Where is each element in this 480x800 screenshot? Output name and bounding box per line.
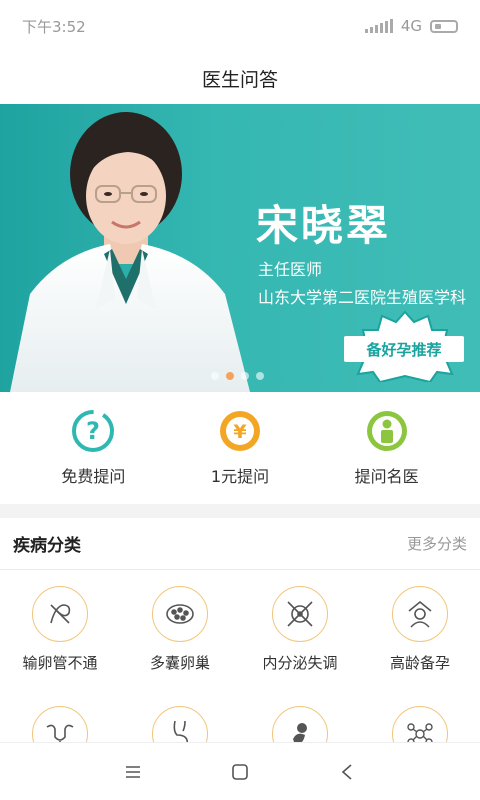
network-label: 4G bbox=[400, 17, 422, 35]
back-button[interactable] bbox=[327, 752, 367, 792]
status-bar: 下午3:52 4G bbox=[0, 0, 480, 52]
category-endocrine[interactable]: 内分泌失调 bbox=[240, 586, 360, 706]
yen-coin-icon: ¥ bbox=[218, 409, 262, 453]
category-label: 内分泌失调 bbox=[262, 654, 338, 672]
free-question-label: 免费提问 bbox=[61, 467, 126, 486]
category-fallopian-tube[interactable]: 输卵管不通 bbox=[0, 586, 120, 706]
quick-actions: ? 免费提问 ¥ 1元提问 提问名医 bbox=[0, 392, 480, 504]
badge-label: 备好孕推荐 bbox=[344, 336, 464, 362]
carousel-dot[interactable] bbox=[256, 372, 264, 380]
polycystic-ovary-icon bbox=[152, 586, 208, 642]
carousel-indicator[interactable] bbox=[211, 372, 264, 380]
status-indicators: 4G bbox=[364, 17, 458, 35]
category-elderly-pregnancy[interactable]: 高龄备孕 bbox=[360, 586, 480, 706]
category-header: 疾病分类 更多分类 bbox=[0, 518, 480, 570]
menu-button[interactable] bbox=[113, 752, 153, 792]
doctor-name: 宋晓翠 bbox=[256, 201, 392, 250]
recommend-badge: 备好孕推荐 bbox=[334, 310, 476, 384]
home-button[interactable] bbox=[220, 752, 260, 792]
category-label: 多囊卵巢 bbox=[149, 654, 210, 672]
home-square-icon bbox=[232, 763, 248, 780]
ask-famous-doctor-label: 提问名医 bbox=[354, 467, 419, 486]
status-time: 下午3:52 bbox=[22, 17, 86, 36]
elderly-pregnancy-icon bbox=[392, 586, 448, 642]
ask-famous-doctor-button[interactable]: 提问名医 bbox=[327, 409, 447, 487]
doctor-hospital: 山东大学第二医院生殖医学科 bbox=[258, 288, 467, 307]
fallopian-tube-icon bbox=[32, 586, 88, 642]
svg-text:?: ? bbox=[86, 417, 100, 445]
section-divider bbox=[0, 504, 480, 518]
carousel-dot[interactable] bbox=[241, 372, 249, 380]
page-title: 医生问答 bbox=[201, 68, 278, 91]
one-yuan-question-label: 1元提问 bbox=[210, 467, 270, 486]
system-nav-bar bbox=[0, 742, 480, 800]
doctor-banner[interactable]: 宋晓翠 主任医师 山东大学第二医院生殖医学科 备好孕推荐 bbox=[0, 104, 480, 392]
doctor-photo bbox=[10, 112, 250, 392]
more-categories-link[interactable]: 更多分类 bbox=[407, 533, 467, 554]
category-polycystic-ovary[interactable]: 多囊卵巢 bbox=[120, 586, 240, 706]
category-title: 疾病分类 bbox=[13, 536, 81, 556]
question-mark-icon: ? bbox=[71, 409, 115, 453]
battery-icon bbox=[430, 19, 458, 33]
carousel-dot[interactable] bbox=[211, 372, 219, 380]
signal-icon bbox=[364, 19, 393, 33]
free-question-button[interactable]: ? 免费提问 bbox=[33, 409, 153, 487]
doctor-icon bbox=[365, 409, 409, 453]
carousel-dot-active[interactable] bbox=[226, 372, 234, 380]
category-label: 输卵管不通 bbox=[22, 654, 98, 672]
page-header: 医生问答 bbox=[0, 52, 480, 104]
one-yuan-question-button[interactable]: ¥ 1元提问 bbox=[180, 409, 300, 487]
menu-icon bbox=[126, 765, 141, 778]
doctor-title: 主任医师 bbox=[258, 260, 323, 279]
svg-text:¥: ¥ bbox=[233, 421, 246, 443]
category-label: 高龄备孕 bbox=[389, 654, 450, 672]
endocrine-icon bbox=[272, 586, 328, 642]
back-chevron-icon bbox=[341, 763, 352, 780]
